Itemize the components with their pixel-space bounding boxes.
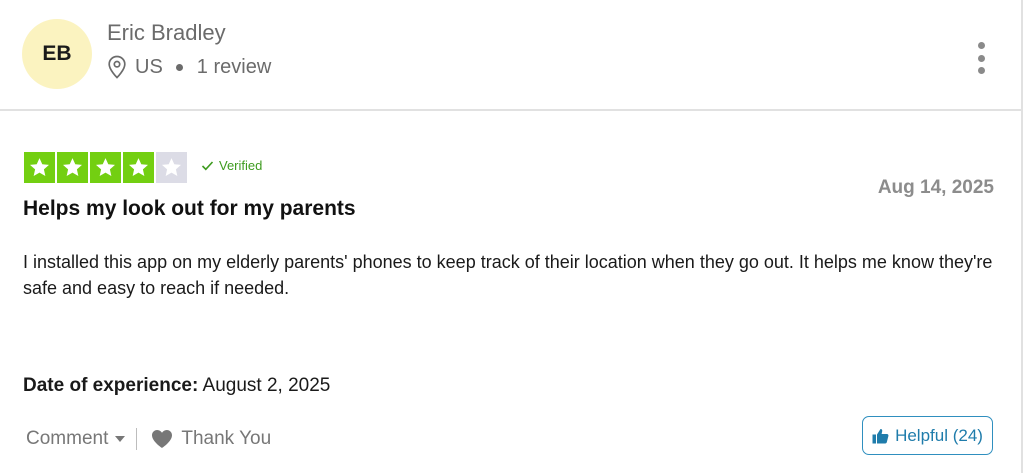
reviewer-country: US bbox=[135, 55, 163, 78]
review-body: I installed this app on my elderly paren… bbox=[23, 252, 993, 298]
reviewer-review-count: 1 review bbox=[196, 55, 272, 78]
reviewer-meta: US 1 review bbox=[107, 55, 271, 79]
experience-date: August 2, 2025 bbox=[202, 375, 331, 396]
map-pin-icon bbox=[108, 55, 126, 79]
star-rating bbox=[24, 152, 189, 183]
review-title[interactable]: Helps my look out for my parents bbox=[23, 197, 356, 221]
thumbs-up-icon bbox=[872, 428, 889, 443]
review-actions: Comment Thank You bbox=[26, 428, 271, 450]
verified-badge[interactable]: Verified bbox=[201, 158, 262, 173]
caret-down-icon bbox=[115, 436, 126, 442]
star-icon bbox=[57, 152, 88, 183]
comment-button[interactable]: Comment bbox=[26, 428, 126, 450]
heart-icon bbox=[152, 430, 173, 448]
avatar-initials: EB bbox=[42, 42, 72, 65]
star-icon bbox=[123, 152, 154, 183]
reviewer-header: EB Eric Bradley US 1 review bbox=[0, 0, 1022, 111]
star-icon bbox=[24, 152, 55, 183]
comment-label: Comment bbox=[26, 428, 109, 449]
reviewer-name[interactable]: Eric Bradley bbox=[107, 20, 226, 46]
star-icon bbox=[156, 152, 187, 183]
thank-you-button[interactable]: Thank You bbox=[151, 428, 271, 450]
action-divider bbox=[136, 428, 138, 450]
verified-label: Verified bbox=[219, 158, 263, 173]
date-of-experience: Date of experience: August 2, 2025 bbox=[23, 375, 330, 397]
vertical-dots-icon bbox=[977, 42, 985, 49]
review-date: Aug 14, 2025 bbox=[877, 177, 994, 198]
more-options-button[interactable] bbox=[971, 42, 991, 74]
helpful-label: Helpful (24) bbox=[895, 425, 983, 445]
star-icon bbox=[90, 152, 121, 183]
helpful-button[interactable]: Helpful (24) bbox=[862, 416, 993, 455]
experience-label: Date of experience: bbox=[23, 375, 199, 396]
checkmark-icon bbox=[201, 161, 214, 171]
card-border bbox=[1021, 0, 1023, 473]
thank-you-label: Thank You bbox=[181, 428, 272, 449]
separator-dot bbox=[175, 63, 183, 71]
avatar[interactable]: EB bbox=[22, 19, 92, 89]
